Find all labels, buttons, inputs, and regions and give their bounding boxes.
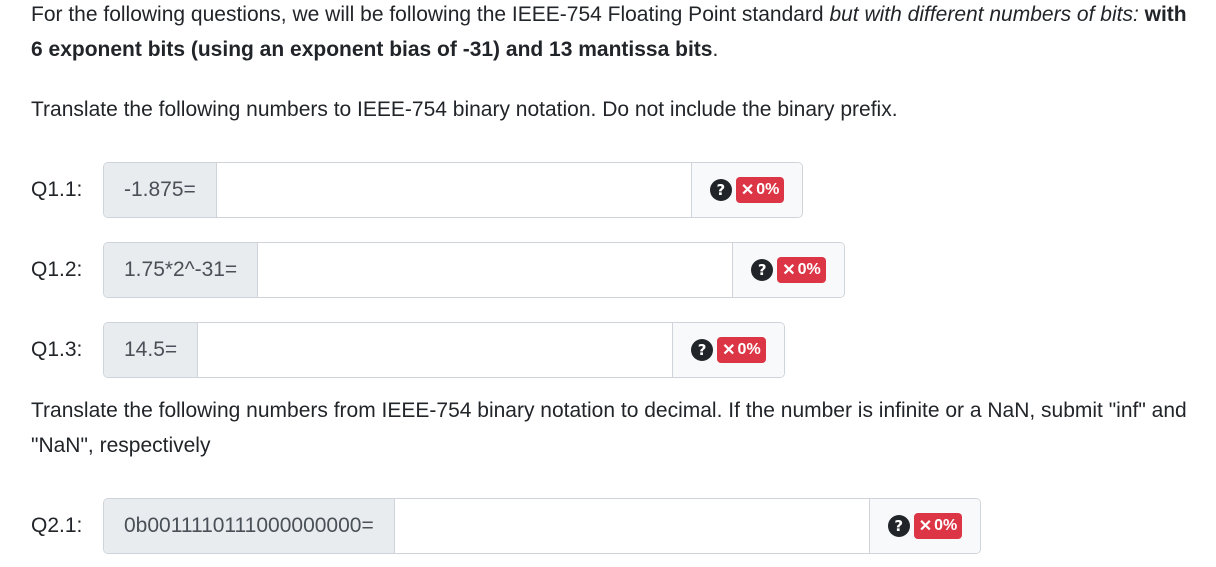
question-prompt: 1.75*2^-31= xyxy=(104,243,259,297)
answer-input-group: 0b0011110111000000000= ? ✕ 0% xyxy=(103,498,982,554)
score-value: 0% xyxy=(737,341,761,358)
intro-italic-text: but with different numbers of bits: xyxy=(829,3,1139,26)
score-value: 0% xyxy=(934,517,958,534)
question-prompt: 14.5= xyxy=(104,323,199,377)
score-value: 0% xyxy=(756,181,780,198)
x-icon: ✕ xyxy=(740,182,755,199)
help-icon[interactable]: ? xyxy=(751,259,774,281)
x-icon: ✕ xyxy=(782,262,796,279)
question-row-q1-2: Q1.2: 1.75*2^-31= ? ✕ 0% xyxy=(31,242,845,298)
answer-input[interactable] xyxy=(258,243,733,297)
answer-input-group: 14.5= ? ✕ 0% xyxy=(103,322,785,378)
x-icon: ✕ xyxy=(918,518,933,535)
answer-input-group: -1.875= ? ✕ 0% xyxy=(103,162,804,218)
answer-status: ? ✕ 0% xyxy=(732,243,844,297)
question-prompt: 0b0011110111000000000= xyxy=(104,499,395,553)
to-decimal-instructions: Translate the following numbers from IEE… xyxy=(31,399,1187,457)
score-badge: ✕ 0% xyxy=(777,257,826,283)
question-label: Q1.2: xyxy=(31,258,83,281)
question-row-q1-1: Q1.1: -1.875= ? ✕ 0% xyxy=(31,162,804,218)
question-row-q2-1: Q2.1: 0b0011110111000000000= ? ✕ 0% xyxy=(31,498,982,554)
answer-status: ? ✕ 0% xyxy=(690,163,803,217)
question-row-q1-3: Q1.3: 14.5= ? ✕ 0% xyxy=(31,322,785,378)
answer-input[interactable] xyxy=(394,499,869,553)
to-binary-instructions: Translate the following numbers to IEEE-… xyxy=(31,98,898,121)
answer-status: ? ✕ 0% xyxy=(868,499,981,553)
score-badge: ✕ 0% xyxy=(717,337,766,363)
question-label: Q1.3: xyxy=(31,338,83,361)
score-badge: ✕ 0% xyxy=(913,513,963,539)
intro-end-text: . xyxy=(712,38,719,61)
x-icon: ✕ xyxy=(722,342,736,359)
question-label: Q1.1: xyxy=(31,178,83,201)
answer-input[interactable] xyxy=(216,163,691,217)
question-prompt: -1.875= xyxy=(104,163,217,217)
answer-input-group: 1.75*2^-31= ? ✕ 0% xyxy=(103,242,845,298)
answer-input[interactable] xyxy=(198,323,673,377)
intro-text: For the following questions, we will be … xyxy=(31,3,830,26)
answer-status: ? ✕ 0% xyxy=(672,323,784,377)
score-value: 0% xyxy=(797,261,821,278)
intro-paragraph: For the following questions, we will be … xyxy=(31,0,1201,67)
help-icon[interactable]: ? xyxy=(691,339,714,361)
question-label: Q2.1: xyxy=(31,514,83,537)
score-badge: ✕ 0% xyxy=(735,177,785,203)
help-icon[interactable]: ? xyxy=(709,179,732,201)
help-icon[interactable]: ? xyxy=(887,515,910,537)
